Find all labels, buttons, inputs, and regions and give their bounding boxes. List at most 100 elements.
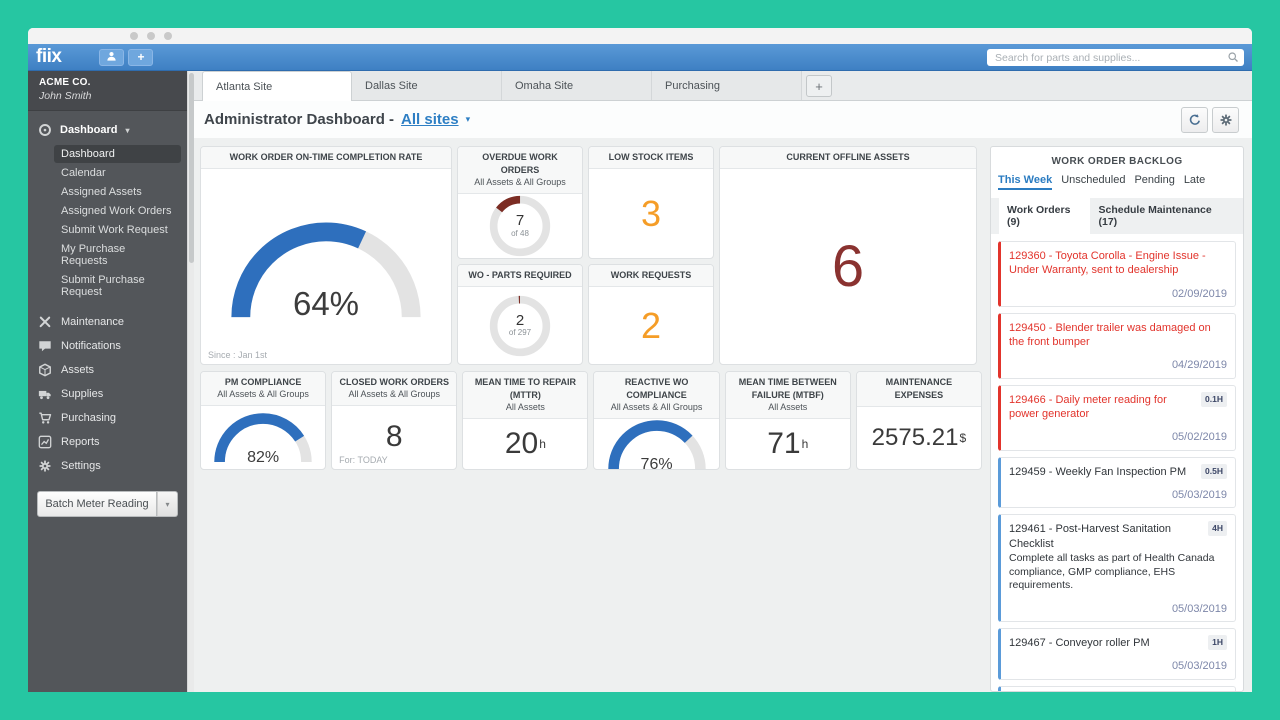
- reactive-compliance-gauge: 76%: [605, 420, 709, 470]
- work-order-item[interactable]: 0.1H 129466 - Daily meter reading for po…: [998, 385, 1236, 451]
- card-title: WORK REQUESTS: [594, 269, 708, 282]
- work-order-date: 05/03/2019: [1009, 602, 1227, 616]
- app-window: fiix + ACME CO. John Smith: [28, 28, 1252, 692]
- sidebar-item-notifications[interactable]: Notifications: [28, 334, 187, 358]
- closed-work-orders-value: 8: [386, 420, 403, 454]
- card-title: OVERDUE WORK ORDERS: [463, 151, 577, 177]
- sidebar-item-assigned-assets[interactable]: Assigned Assets: [54, 183, 181, 201]
- work-order-backlog-panel: WORK ORDER BACKLOG This Week Unscheduled…: [990, 146, 1244, 692]
- sidebar-item-supplies[interactable]: Supplies: [28, 382, 187, 406]
- overdue-count: 7: [516, 213, 524, 230]
- subtab-work-orders[interactable]: Work Orders (9): [999, 198, 1090, 234]
- mttr-unit: h: [539, 437, 546, 451]
- estimated-hours-badge: 0.5H: [1201, 464, 1227, 479]
- work-order-item[interactable]: 1H 129467 - Conveyor roller PM 05/03/201…: [998, 628, 1236, 680]
- estimated-hours-badge: 0.1H: [1201, 392, 1227, 407]
- sidebar-item-settings[interactable]: Settings: [28, 454, 187, 478]
- card-title: PM COMPLIANCE: [206, 376, 320, 389]
- parts-donut-chart: 2 of 297: [486, 292, 554, 360]
- window-control-dot[interactable]: [164, 32, 172, 40]
- sidebar-item-assets[interactable]: Assets: [28, 358, 187, 382]
- search-input[interactable]: [987, 49, 1244, 66]
- work-order-item[interactable]: 129450 - Blender trailer was damaged on …: [998, 313, 1236, 379]
- sidebar-item-dashboard[interactable]: Dashboard ▾: [28, 120, 187, 140]
- batch-meter-dropdown-button[interactable]: ▾: [157, 491, 178, 517]
- overdue-total: of 48: [511, 230, 529, 239]
- tab-omaha-site[interactable]: Omaha Site: [502, 71, 652, 100]
- card-subtitle: All Assets & All Groups: [206, 389, 320, 401]
- work-order-item[interactable]: 0.5H 129459 - Weekly Fan Inspection PM 0…: [998, 457, 1236, 509]
- sidebar-item-maintenance[interactable]: Maintenance: [28, 310, 187, 334]
- main-area: Atlanta Site Dallas Site Omaha Site Purc…: [194, 71, 1252, 692]
- backlog-tab-late[interactable]: Late: [1184, 174, 1205, 190]
- user-button[interactable]: [99, 49, 124, 66]
- expenses-unit: $: [959, 431, 966, 445]
- tab-atlanta-site[interactable]: Atlanta Site: [202, 71, 352, 101]
- site-filter-link[interactable]: All sites: [401, 111, 459, 128]
- offline-assets-value: 6: [832, 233, 864, 300]
- sidebar-item-my-purchase-requests[interactable]: My Purchase Requests: [54, 240, 181, 270]
- work-order-item[interactable]: 129360 - Toyota Corolla - Engine Issue -…: [998, 241, 1236, 307]
- work-order-title: 129459 - Weekly Fan Inspection PM: [1009, 465, 1227, 479]
- dashboard-header: Administrator Dashboard - All sites ▾: [194, 101, 1252, 138]
- refresh-icon: [1188, 113, 1202, 127]
- refresh-button[interactable]: [1181, 107, 1208, 133]
- dashboard-widgets: WORK ORDER ON-TIME COMPLETION RATE 64%: [200, 146, 982, 692]
- tab-dallas-site[interactable]: Dallas Site: [352, 71, 502, 100]
- backlog-title: WORK ORDER BACKLOG: [998, 153, 1236, 174]
- backlog-tab-unscheduled[interactable]: Unscheduled: [1061, 174, 1125, 190]
- estimated-hours-badge: 1H: [1208, 635, 1227, 650]
- add-tab-button[interactable]: +: [806, 75, 832, 97]
- sidebar-item-reports[interactable]: Reports: [28, 430, 187, 454]
- work-order-date: 05/03/2019: [1009, 488, 1227, 502]
- card-title: MEAN TIME TO REPAIR (MTTR): [468, 376, 582, 402]
- backlog-tab-this-week[interactable]: This Week: [998, 174, 1052, 190]
- box-icon: [38, 363, 52, 377]
- window-control-dot[interactable]: [147, 32, 155, 40]
- gear-icon: [1219, 113, 1233, 127]
- card-offline-assets: CURRENT OFFLINE ASSETS 6: [719, 146, 977, 365]
- work-order-item[interactable]: 0.8H 129460 - Monthly Hydrant Inspection…: [998, 686, 1236, 691]
- dashboard-icon: [38, 123, 52, 137]
- low-stock-value: 3: [641, 193, 661, 235]
- sidebar-item-assigned-work-orders[interactable]: Assigned Work Orders: [54, 202, 181, 220]
- estimated-hours-badge: 4H: [1208, 521, 1227, 536]
- work-order-item[interactable]: 4H 129461 - Post-Harvest Sanitation Chec…: [998, 514, 1236, 622]
- card-title: MEAN TIME BETWEEN FAILURE (MTBF): [731, 376, 845, 402]
- sidebar-item-purchasing[interactable]: Purchasing: [28, 406, 187, 430]
- work-order-description: Complete all tasks as part of Health Can…: [1009, 552, 1227, 593]
- batch-meter-reading-button[interactable]: Batch Meter Reading: [37, 491, 157, 517]
- backlog-tab-pending[interactable]: Pending: [1134, 174, 1174, 190]
- account-header: ACME CO. John Smith: [28, 71, 187, 111]
- page-scrollbar[interactable]: [187, 71, 194, 692]
- add-button[interactable]: +: [128, 49, 153, 66]
- subtab-schedule-maintenance[interactable]: Schedule Maintenance (17): [1090, 198, 1235, 234]
- cart-icon: [38, 411, 52, 425]
- sidebar-item-dashboard-sub[interactable]: Dashboard: [54, 145, 181, 163]
- tab-purchasing[interactable]: Purchasing: [652, 71, 802, 100]
- global-search: [987, 48, 1244, 67]
- sidebar-nav: Dashboard ▾ Dashboard Calendar Assigned …: [28, 111, 187, 692]
- page-title: Administrator Dashboard -: [204, 111, 394, 128]
- truck-icon: [38, 387, 52, 401]
- card-overdue-work-orders: OVERDUE WORK ORDERS All Assets & All Gro…: [457, 146, 583, 259]
- sidebar-item-submit-work-request[interactable]: Submit Work Request: [54, 221, 181, 239]
- card-maintenance-expenses: MAINTENANCE EXPENSES 2575.21 $: [856, 371, 982, 470]
- scrollbar-thumb[interactable]: [189, 73, 194, 263]
- expenses-value: 2575.21: [872, 424, 959, 452]
- chevron-down-icon: ▾: [165, 500, 169, 509]
- sidebar-item-submit-purchase-request[interactable]: Submit Purchase Request: [54, 271, 181, 301]
- card-completion-rate: WORK ORDER ON-TIME COMPLETION RATE 64%: [200, 146, 452, 365]
- work-order-title: 129467 - Conveyor roller PM: [1009, 636, 1227, 650]
- chat-bubble-icon: [38, 339, 52, 353]
- window-control-dot[interactable]: [130, 32, 138, 40]
- sidebar-item-calendar[interactable]: Calendar: [54, 164, 181, 182]
- card-parts-required: WO - PARTS REQUIRED 2: [457, 264, 583, 365]
- card-subtitle: All Assets & All Groups: [337, 389, 451, 401]
- work-order-date: 02/09/2019: [1009, 287, 1227, 301]
- dashboard-settings-button[interactable]: [1212, 107, 1239, 133]
- work-order-title: 129466 - Daily meter reading for power g…: [1009, 393, 1227, 422]
- app-topbar: fiix +: [28, 44, 1252, 71]
- parts-count: 2: [516, 313, 524, 330]
- card-work-requests: WORK REQUESTS 2: [588, 264, 714, 365]
